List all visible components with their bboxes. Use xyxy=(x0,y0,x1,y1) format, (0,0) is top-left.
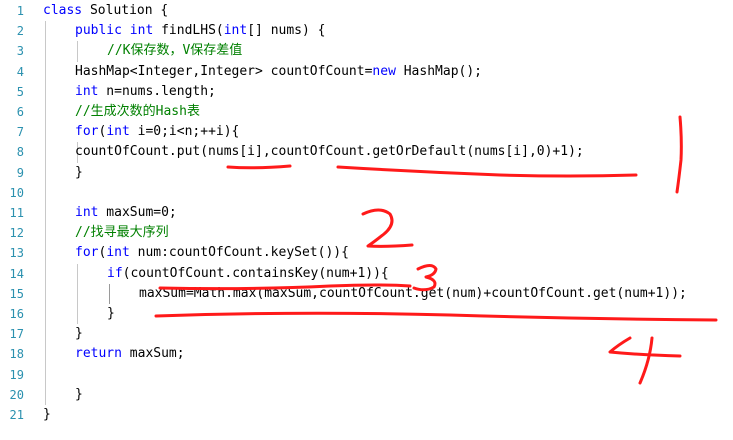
code-token: maxSum=0; xyxy=(98,205,177,220)
underline-maxsum-line xyxy=(154,311,718,322)
code-token: countOfCount.put(nums[i],countOfCount.ge… xyxy=(75,144,584,160)
code-token: } xyxy=(75,386,83,402)
line-number: 17 xyxy=(9,327,24,342)
line-number: 2 xyxy=(16,24,24,39)
keyword-token: int xyxy=(75,205,99,220)
code-token: maxSum; xyxy=(121,346,185,362)
code-token: HashMap<Integer,Integer> countOfCount= xyxy=(75,63,373,79)
code-line[interactable]: //K保存数，V保存差值 xyxy=(107,41,242,61)
code-line[interactable]: maxSum=Math.max(maxSum,countOfCount.get(… xyxy=(139,284,687,304)
code-editor[interactable]: 1 2 3 4 5 6 7 8 9 10 11 12 13 14 15 16 17 18 19 20 21 class … xyxy=(0,0,733,440)
line-number: 10 xyxy=(9,185,24,200)
annotation-mark-4 xyxy=(608,336,682,385)
line-number: 4 xyxy=(16,64,24,79)
code-line[interactable]: } xyxy=(43,405,51,425)
annotation-mark-2 xyxy=(361,208,414,248)
code-token: } xyxy=(75,326,83,342)
code-token: (countOfCount.containsKey(num+1)){ xyxy=(122,265,389,281)
line-number: 15 xyxy=(9,286,24,301)
code-line[interactable]: HashMap<Integer,Integer> countOfCount=ne… xyxy=(75,62,482,82)
line-number-gutter: 1 2 3 4 5 6 7 8 9 10 11 12 13 14 15 16 17 18 19 20 21 xyxy=(0,0,28,440)
code-token: [] nums) { xyxy=(247,23,326,39)
keyword-token: int xyxy=(106,245,130,261)
line-number: 8 xyxy=(16,145,24,160)
line-number: 1 xyxy=(16,4,24,18)
keyword-token: int xyxy=(129,23,154,39)
keyword-token: class xyxy=(43,3,83,18)
code-line[interactable]: public int findLHS(int[] nums) { xyxy=(75,21,326,41)
comment-token: //生成次数的Hash表 xyxy=(75,104,200,119)
code-line[interactable]: for(int num:countOfCount.keySet()){ xyxy=(75,243,349,263)
code-token: HashMap(); xyxy=(395,63,482,79)
code-token: Solution { xyxy=(82,3,169,18)
code-line[interactable]: countOfCount.put(nums[i],countOfCount.ge… xyxy=(75,142,584,162)
line-number: 14 xyxy=(9,266,24,281)
line-number: 11 xyxy=(9,206,24,220)
code-line[interactable]: } xyxy=(75,163,83,183)
line-number: 20 xyxy=(9,387,24,402)
keyword-token: for xyxy=(75,245,99,261)
indent-guide xyxy=(45,21,46,405)
code-token: maxSum=Math.max(maxSum,countOfCount.get(… xyxy=(139,285,687,301)
code-line[interactable]: } xyxy=(75,385,83,405)
line-number: 16 xyxy=(9,307,24,321)
code-line[interactable]: //找寻最大序列 xyxy=(75,223,169,243)
line-number: 7 xyxy=(16,125,24,140)
code-token: findLHS( xyxy=(153,23,224,39)
keyword-token: int xyxy=(223,23,248,39)
underline-nums-i xyxy=(226,164,292,170)
keyword-token: for xyxy=(75,124,99,140)
indent-guide xyxy=(77,263,78,325)
line-number: 5 xyxy=(16,84,24,99)
comment-token: //K保存数，V保存差值 xyxy=(107,43,243,59)
line-number: 19 xyxy=(9,367,24,382)
code-line[interactable]: class Solution { xyxy=(43,1,168,21)
code-line[interactable]: //生成次数的Hash表 xyxy=(75,102,200,122)
code-line[interactable]: } xyxy=(75,324,83,344)
code-token: num:countOfCount.keySet()){ xyxy=(129,245,349,261)
line-number: 13 xyxy=(9,246,24,261)
line-number: 12 xyxy=(9,226,24,241)
keyword-token: public xyxy=(75,23,122,39)
code-token: n=nums.length; xyxy=(98,83,216,99)
code-token: } xyxy=(75,164,83,180)
comment-token: //找寻最大序列 xyxy=(75,225,169,241)
keyword-token: return xyxy=(75,346,122,362)
annotation-mark-1 xyxy=(675,115,683,194)
code-line[interactable]: if(countOfCount.containsKey(num+1)){ xyxy=(107,264,389,284)
line-number: 9 xyxy=(16,165,24,180)
keyword-token: int xyxy=(106,124,130,140)
code-line[interactable]: } xyxy=(107,304,115,324)
code-token: i=0;i<n;++i){ xyxy=(129,124,240,140)
code-line[interactable]: for(int i=0;i<n;++i){ xyxy=(75,122,239,142)
code-line[interactable]: int maxSum=0; xyxy=(75,203,177,223)
code-token: } xyxy=(107,306,115,321)
line-number: 3 xyxy=(16,44,24,59)
code-line[interactable]: return maxSum; xyxy=(75,344,185,364)
line-number: 21 xyxy=(9,408,24,422)
code-line[interactable]: int n=nums.length; xyxy=(75,82,216,102)
keyword-token: int xyxy=(75,83,99,99)
line-number: 18 xyxy=(9,347,24,362)
code-token: } xyxy=(43,407,51,422)
indent-guide xyxy=(109,283,110,304)
underline-getordefault xyxy=(336,165,638,178)
indent-guide xyxy=(77,41,78,62)
keyword-token: if xyxy=(107,265,123,281)
keyword-token: new xyxy=(372,63,396,79)
line-number: 6 xyxy=(16,105,24,119)
